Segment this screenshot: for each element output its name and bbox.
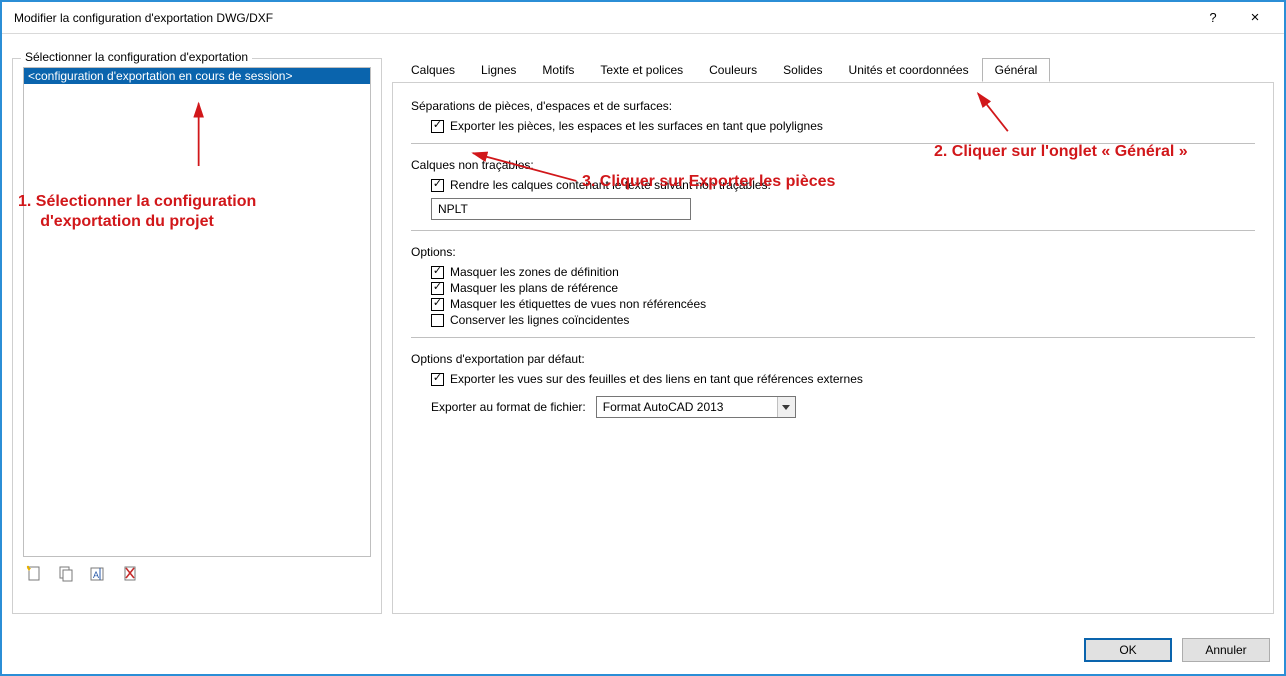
ok-button[interactable]: OK (1084, 638, 1172, 662)
checkbox-hide-def-row[interactable]: Masquer les zones de définition (431, 265, 1255, 279)
chevron-down-icon[interactable] (777, 397, 795, 417)
tab-solides[interactable]: Solides (770, 58, 835, 81)
svg-text:A: A (93, 570, 99, 580)
divider (411, 230, 1255, 231)
export-config-item-selected[interactable]: <configuration d'exportation en cours de… (24, 68, 370, 84)
separations-label: Séparations de pièces, d'espaces et de s… (411, 99, 1255, 113)
checkbox-export-views-xref-row[interactable]: Exporter les vues sur des feuilles et de… (431, 372, 1255, 386)
checkbox-hide-unref-tags-row[interactable]: Masquer les étiquettes de vues non référ… (431, 297, 1255, 311)
content-row: Sélectionner la configuration d'exportat… (12, 42, 1274, 614)
copy-icon[interactable] (57, 565, 75, 583)
export-config-groupbox: Sélectionner la configuration d'exportat… (12, 58, 382, 614)
dialog-buttons: OK Annuler (1084, 638, 1270, 662)
checkbox-export-pieces-row[interactable]: Exporter les pièces, les espaces et les … (431, 119, 1255, 133)
section-separations: Séparations de pièces, d'espaces et de s… (411, 99, 1255, 133)
tab-unites[interactable]: Unités et coordonnées (836, 58, 982, 81)
checkbox-keep-coincident-label: Conserver les lignes coïncidentes (450, 313, 629, 327)
checkbox-export-views-xref-label: Exporter les vues sur des feuilles et de… (450, 372, 863, 386)
checkbox-export-pieces[interactable] (431, 120, 444, 133)
export-config-list[interactable]: <configuration d'exportation en cours de… (23, 67, 371, 557)
options-label: Options: (411, 245, 1255, 259)
export-format-label: Exporter au format de fichier: (431, 400, 586, 414)
titlebar: Modifier la configuration d'exportation … (2, 2, 1284, 34)
checkbox-export-views-xref[interactable] (431, 373, 444, 386)
checkbox-hide-def[interactable] (431, 266, 444, 279)
default-export-label: Options d'exportation par défaut: (411, 352, 1255, 366)
export-format-combo[interactable]: Format AutoCAD 2013 (596, 396, 796, 418)
dialog-body: Sélectionner la configuration d'exportat… (2, 34, 1284, 674)
window-title: Modifier la configuration d'exportation … (14, 11, 1192, 25)
checkbox-export-pieces-label: Exporter les pièces, les espaces et les … (450, 119, 823, 133)
tab-texte[interactable]: Texte et polices (587, 58, 696, 81)
divider (411, 143, 1255, 144)
rename-icon[interactable]: A (89, 565, 107, 583)
settings-panel: Calques Lignes Motifs Texte et polices C… (392, 58, 1274, 614)
section-nonplot: Calques non traçables: Rendre les calque… (411, 158, 1255, 220)
checkbox-keep-coincident-row[interactable]: Conserver les lignes coïncidentes (431, 313, 1255, 327)
delete-icon[interactable] (121, 565, 139, 583)
checkbox-nonplot-row[interactable]: Rendre les calques contenant le texte su… (431, 178, 1255, 192)
tab-lignes[interactable]: Lignes (468, 58, 529, 81)
checkbox-hide-unref-tags[interactable] (431, 298, 444, 311)
checkbox-hide-def-label: Masquer les zones de définition (450, 265, 619, 279)
tabstrip: Calques Lignes Motifs Texte et polices C… (398, 58, 1274, 82)
divider (411, 337, 1255, 338)
section-default-export: Options d'exportation par défaut: Export… (411, 352, 1255, 418)
nonplot-text-input[interactable]: NPLT (431, 198, 691, 220)
new-config-icon[interactable] (25, 565, 43, 583)
nonplot-label: Calques non traçables: (411, 158, 1255, 172)
help-icon[interactable]: ? (1192, 6, 1234, 30)
tab-general[interactable]: Général (982, 58, 1051, 82)
section-options: Options: Masquer les zones de définition… (411, 245, 1255, 327)
tab-couleurs[interactable]: Couleurs (696, 58, 770, 81)
close-icon[interactable]: × (1234, 6, 1276, 30)
nonplot-text-value: NPLT (438, 202, 468, 216)
checkbox-hide-refplanes-label: Masquer les plans de référence (450, 281, 618, 295)
checkbox-nonplot[interactable] (431, 179, 444, 192)
export-format-row: Exporter au format de fichier: Format Au… (431, 396, 1255, 418)
tab-motifs[interactable]: Motifs (529, 58, 587, 81)
tab-body-general: Séparations de pièces, d'espaces et de s… (392, 82, 1274, 614)
export-format-value: Format AutoCAD 2013 (597, 400, 777, 414)
checkbox-keep-coincident[interactable] (431, 314, 444, 327)
config-toolbar: A (23, 557, 371, 583)
checkbox-nonplot-label: Rendre les calques contenant le texte su… (450, 178, 771, 192)
cancel-button[interactable]: Annuler (1182, 638, 1270, 662)
checkbox-hide-refplanes-row[interactable]: Masquer les plans de référence (431, 281, 1255, 295)
tab-calques[interactable]: Calques (398, 58, 468, 81)
checkbox-hide-refplanes[interactable] (431, 282, 444, 295)
export-config-group-label: Sélectionner la configuration d'exportat… (21, 50, 252, 64)
checkbox-hide-unref-tags-label: Masquer les étiquettes de vues non référ… (450, 297, 706, 311)
